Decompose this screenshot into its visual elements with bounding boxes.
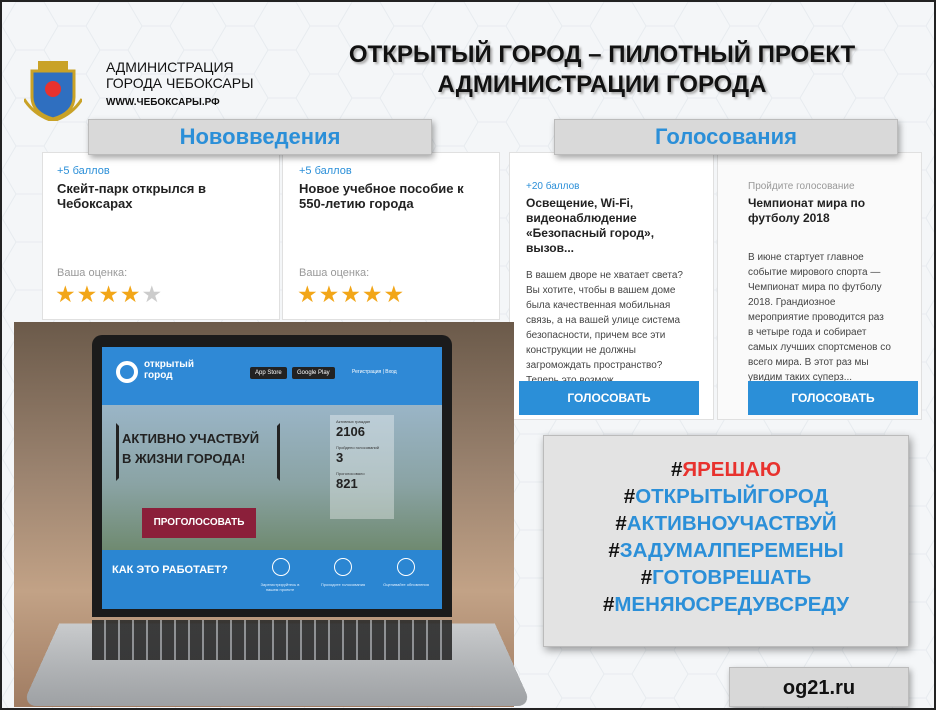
city-photo: АКТИВНО УЧАСТВУЙ В ЖИЗНИ ГОРОДА! Активны… — [102, 405, 442, 550]
laptop-keyboard — [92, 620, 452, 660]
laptop-screen: открытый город App Store Google Play Рег… — [102, 347, 442, 609]
slide: АДМИНИСТРАЦИЯ ГОРОДА ЧЕБОКСАРЫ WWW.ЧЕБОК… — [0, 0, 936, 710]
card-title: Чемпионат мира по футболу 2018 — [748, 196, 866, 225]
hashtag: #ГОТОВРЕШАТЬ — [640, 566, 812, 589]
star-icon[interactable]: ★ — [98, 281, 120, 307]
star-icon[interactable]: ★ — [384, 281, 406, 307]
star-icon[interactable]: ★ — [120, 281, 142, 307]
step-3: Оценивайте обновления — [383, 582, 429, 587]
website-label: WWW.ЧЕБОКСАРЫ.РФ — [106, 97, 220, 108]
logo-line-2: город — [144, 370, 173, 381]
app-store-badge[interactable]: App Store — [250, 367, 287, 379]
star-icon[interactable]: ★ — [319, 281, 341, 307]
star-rating[interactable]: ★★★★★ — [55, 281, 163, 307]
hand-icon — [334, 558, 352, 576]
title-line-1: ОТКРЫТЫЙ ГОРОД – ПИЛОТНЫЙ ПРОЕКТ — [348, 41, 856, 68]
star-icon[interactable]: ★ — [55, 281, 77, 307]
hashtag: #ЯРЕШАЮ — [670, 458, 782, 481]
star-empty-icon[interactable]: ★ — [142, 281, 164, 307]
star-rating[interactable]: ★★★★★ — [297, 281, 405, 307]
site-logo: открытый город — [144, 359, 194, 381]
stats-panel: Активных граждан 2106 Пройдено голосован… — [330, 415, 394, 519]
site-vote-button[interactable]: ПРОГОЛОСОВАТЬ — [142, 508, 256, 538]
star-icon[interactable]: ★ — [362, 281, 384, 307]
card-description: В вашем дворе не хватает света? Вы хотит… — [526, 270, 683, 386]
slogan-line-1: АКТИВНО УЧАСТВУЙ — [122, 431, 260, 446]
innovations-banner: Нововведения — [88, 119, 432, 155]
card-points: +5 баллов — [57, 165, 110, 177]
card-title: Новое учебное пособие к 550-летию города — [299, 181, 464, 211]
logo-line-1: открытый — [144, 359, 194, 370]
innovation-card-1[interactable]: +5 баллов Скейт-парк открылся в Чебоксар… — [42, 152, 280, 320]
how-it-works-label: КАК ЭТО РАБОТАЕТ? — [112, 564, 228, 576]
site-header: открытый город App Store Google Play Рег… — [102, 347, 442, 405]
stat-value: 821 — [336, 476, 358, 491]
admin-line-2: ГОРОДА ЧЕБОКСАРЫ — [106, 75, 254, 91]
star-icon[interactable]: ★ — [297, 281, 319, 307]
star-badge-icon — [397, 558, 415, 576]
hashtag: #АКТИВНОУЧАСТВУЙ — [615, 512, 837, 535]
card-points: +5 баллов — [299, 165, 352, 177]
hashtag: #ОТКРЫТЫЙГОРОД — [623, 485, 829, 508]
card-subtitle: Пройдите голосование — [748, 181, 855, 192]
card-points: +20 баллов — [526, 181, 580, 192]
user-icon — [272, 558, 290, 576]
rating-label: Ваша оценка: — [299, 267, 370, 279]
card-description: В июне стартует главное событие мирового… — [748, 252, 891, 383]
star-icon[interactable]: ★ — [340, 281, 362, 307]
administration-name: АДМИНИСТРАЦИЯ ГОРОДА ЧЕБОКСАРЫ — [106, 59, 253, 91]
title-line-2: АДМИНИСТРАЦИИ ГОРОДА — [437, 71, 767, 98]
slogan: АКТИВНО УЧАСТВУЙ В ЖИЗНИ ГОРОДА! — [122, 429, 259, 469]
step-1: Зарегистрируйтесь в нашем проекте — [260, 582, 300, 592]
hashtag: #МЕНЯЮСРЕДУВСРЕДУ — [602, 593, 850, 616]
star-icon[interactable]: ★ — [77, 281, 99, 307]
page-title: ОТКРЫТЫЙ ГОРОД – ПИЛОТНЫЙ ПРОЕКТ АДМИНИС… — [312, 40, 892, 100]
innovation-card-2[interactable]: +5 баллов Новое учебное пособие к 550-ле… — [282, 152, 500, 320]
slogan-line-2: В ЖИЗНИ ГОРОДА! — [122, 451, 246, 466]
vote-button-1[interactable]: ГОЛОСОВАТЬ — [519, 381, 699, 415]
how-it-works-bar: КАК ЭТО РАБОТАЕТ? Зарегистрируйтесь в на… — [102, 550, 442, 609]
laptop-image: открытый город App Store Google Play Рег… — [92, 335, 452, 617]
card-title: Скейт-парк открылся в Чебоксарах — [57, 181, 206, 211]
footer-site-link[interactable]: og21.ru — [729, 667, 909, 707]
coat-of-arms-icon — [24, 61, 82, 121]
hashtags-panel: #ЯРЕШАЮ #ОТКРЫТЫЙГОРОД #АКТИВНОУЧАСТВУЙ … — [543, 435, 909, 647]
google-play-badge[interactable]: Google Play — [292, 367, 335, 379]
rating-label: Ваша оценка: — [57, 267, 128, 279]
voting-card-2[interactable]: Пройдите голосование Чемпионат мира по ф… — [717, 152, 922, 420]
stat-value: 3 — [336, 450, 344, 465]
logo-icon — [116, 361, 138, 383]
stat-value: 2106 — [336, 424, 365, 439]
admin-line-1: АДМИНИСТРАЦИЯ — [106, 59, 234, 75]
voting-card-1[interactable]: +20 баллов Освещение, Wi-Fi, видеонаблюд… — [509, 152, 714, 420]
vote-button-2[interactable]: ГОЛОСОВАТЬ — [748, 381, 918, 415]
login-link[interactable]: Регистрация | Вход — [352, 369, 397, 375]
step-2: Проходите голосования — [320, 582, 366, 587]
card-title: Освещение, Wi-Fi, видеонаблюдение «Безоп… — [526, 196, 655, 255]
hashtag: #ЗАДУМАЛПЕРЕМЕНЫ — [608, 539, 844, 562]
voting-banner: Голосования — [554, 119, 898, 155]
